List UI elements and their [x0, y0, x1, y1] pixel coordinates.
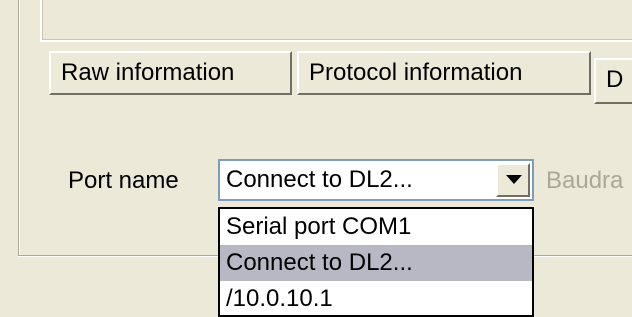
- tab-protocol-information[interactable]: Protocol information: [297, 51, 591, 95]
- chevron-down-icon: [506, 175, 522, 184]
- dropdown-option[interactable]: /10.0.10.1: [220, 281, 532, 315]
- port-name-combobox[interactable]: Connect to DL2...: [218, 159, 534, 201]
- tab-label: Raw information: [61, 59, 235, 86]
- dropdown-button[interactable]: [496, 163, 530, 197]
- tab-label: D: [606, 66, 624, 93]
- port-name-value: Connect to DL2...: [226, 166, 413, 193]
- upper-panel: [40, 0, 632, 42]
- port-dropdown-list[interactable]: Serial port COM1 Connect to DL2... /10.0…: [218, 207, 534, 317]
- dropdown-option[interactable]: Serial port COM1: [220, 209, 532, 245]
- tab-label: Protocol information: [309, 59, 523, 86]
- port-name-label: Port name: [68, 167, 179, 194]
- dropdown-option-selected[interactable]: Connect to DL2...: [220, 245, 532, 281]
- baudrate-label: Baudra: [546, 167, 624, 194]
- tab-raw-information[interactable]: Raw information: [49, 51, 292, 95]
- tab-partial[interactable]: D: [594, 58, 632, 104]
